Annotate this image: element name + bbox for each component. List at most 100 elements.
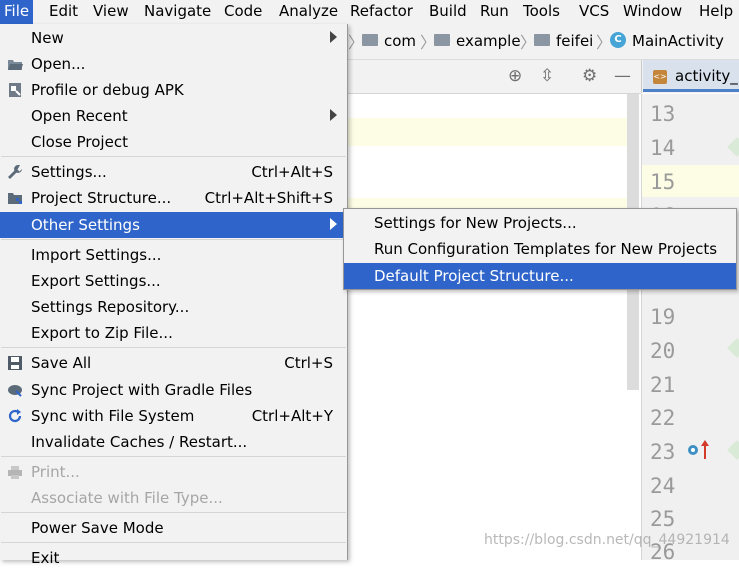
editor-tab[interactable]: <> activity_m — [643, 60, 739, 92]
fold-marker-icon[interactable] — [727, 338, 739, 358]
line-number: 13 — [650, 102, 676, 126]
menu-item-open[interactable]: Open... — [0, 51, 347, 77]
menu-item-shortcut: Ctrl+S — [284, 354, 333, 372]
menu-item-label: Settings Repository... — [31, 298, 190, 316]
menu-separator — [1, 542, 346, 543]
xml-file-icon: <> — [653, 70, 667, 84]
menu-item-label: Print... — [31, 463, 80, 481]
menu-item-sync-fs[interactable]: Sync with File System Ctrl+Alt+Y — [0, 403, 347, 429]
menu-item-label: Save All — [31, 354, 92, 372]
menu-item-profile-apk[interactable]: Profile or debug APK — [0, 77, 347, 103]
menu-item-label: Settings for New Projects... — [374, 214, 577, 232]
menu-separator — [1, 239, 346, 240]
menu-item-exit[interactable]: Exit — [0, 545, 347, 571]
menu-item-label: Open... — [31, 55, 86, 73]
editor-tab-label: activity_m — [675, 67, 739, 85]
menu-item-label: Exit — [31, 549, 60, 567]
menu-item-settings-repository[interactable]: Settings Repository... — [0, 294, 347, 320]
menu-navigate[interactable]: Navigate — [144, 0, 211, 24]
menu-vcs[interactable]: VCS — [579, 0, 609, 24]
line-number: 19 — [650, 305, 676, 329]
menu-item-close-project[interactable]: Close Project — [0, 129, 347, 155]
gear-icon[interactable]: ⚙ — [582, 66, 597, 86]
menu-item-label: Associate with File Type... — [31, 489, 223, 507]
apk-icon — [9, 83, 21, 97]
menu-item-export-zip[interactable]: Export to Zip File... — [0, 320, 347, 346]
menu-item-label: Import Settings... — [31, 246, 162, 264]
line-number: 22 — [650, 406, 676, 430]
gradle-sync-icon — [8, 385, 22, 397]
menu-item-sync-gradle[interactable]: Sync Project with Gradle Files — [0, 377, 347, 403]
menu-item-label: Settings... — [31, 163, 107, 181]
menu-build[interactable]: Build — [429, 0, 467, 24]
menu-item-shortcut: Ctrl+Alt+S — [251, 163, 333, 181]
menu-item-new[interactable]: New — [0, 25, 347, 51]
menu-item-label: New — [31, 29, 64, 47]
menu-edit[interactable]: Edit — [49, 0, 78, 24]
menu-code[interactable]: Code — [224, 0, 262, 24]
menu-run[interactable]: Run — [480, 0, 509, 24]
breadcrumb-example[interactable]: example — [456, 32, 521, 50]
refresh-icon — [8, 409, 22, 423]
fold-marker-icon[interactable] — [727, 137, 739, 157]
breadcrumb-feifei[interactable]: feifei — [556, 32, 593, 50]
menu-item-label: Profile or debug APK — [31, 81, 184, 99]
menu-item-open-recent[interactable]: Open Recent — [0, 103, 347, 129]
line-number: 15 — [650, 170, 676, 194]
menu-refactor[interactable]: Refactor — [350, 0, 413, 24]
watermark: https://blog.csdn.net/qq_44921914 — [484, 532, 730, 548]
breadcrumb-com[interactable]: com — [384, 32, 416, 50]
menu-item-label: Export Settings... — [31, 272, 161, 290]
menu-item-shortcut: Ctrl+Alt+Y — [251, 407, 333, 425]
menu-file[interactable]: File — [0, 0, 34, 24]
override-marker-icon[interactable] — [686, 439, 710, 461]
folder-icon — [534, 34, 550, 46]
menu-view[interactable]: View — [93, 0, 129, 24]
project-structure-icon — [8, 193, 22, 204]
menu-item-label: Export to Zip File... — [31, 324, 173, 342]
menu-separator — [1, 347, 346, 348]
project-panel — [346, 94, 641, 560]
menu-tools[interactable]: Tools — [523, 0, 560, 24]
collapse-all-icon[interactable]: ⇳ — [540, 66, 554, 86]
menu-item-label: Sync with File System — [31, 407, 195, 425]
tool-window-toolbar: ⊕ ⇳ ⚙ — — [346, 60, 641, 94]
menu-item-export-settings[interactable]: Export Settings... — [0, 268, 347, 294]
menu-separator — [1, 456, 346, 457]
menu-item-power-save[interactable]: Power Save Mode — [0, 515, 347, 541]
menu-item-settings-new-projects[interactable]: Settings for New Projects... — [344, 210, 736, 236]
other-settings-submenu: Settings for New Projects... Run Configu… — [343, 208, 737, 290]
submenu-arrow-icon — [330, 218, 337, 230]
menu-analyze[interactable]: Analyze — [279, 0, 338, 24]
menu-help[interactable]: Help — [699, 0, 733, 24]
menu-item-default-project-structure[interactable]: Default Project Structure... — [344, 263, 736, 289]
menu-item-label: Run Configuration Templates for New Proj… — [374, 240, 718, 258]
class-icon: C — [610, 32, 626, 48]
printer-icon — [8, 466, 22, 479]
menu-item-project-structure[interactable]: Project Structure... Ctrl+Alt+Shift+S — [0, 185, 347, 211]
fold-marker-icon[interactable] — [727, 440, 739, 460]
folder-icon — [362, 34, 378, 46]
menu-window[interactable]: Window — [623, 0, 682, 24]
menu-bar: File Edit View Navigate Code Analyze Ref… — [0, 0, 739, 24]
line-number: 25 — [650, 507, 676, 531]
menu-item-invalidate-caches[interactable]: Invalidate Caches / Restart... — [0, 429, 347, 455]
menu-item-label: Sync Project with Gradle Files — [31, 381, 253, 399]
menu-item-label: Project Structure... — [31, 189, 172, 207]
highlight-row — [346, 118, 639, 146]
menu-item-settings[interactable]: Settings... Ctrl+Alt+S — [0, 159, 347, 185]
menu-item-other-settings[interactable]: Other Settings — [0, 212, 347, 238]
menu-item-label: Power Save Mode — [31, 519, 164, 537]
minimize-icon[interactable]: — — [614, 66, 631, 86]
line-number: 21 — [650, 373, 676, 397]
menu-item-shortcut: Ctrl+Alt+Shift+S — [204, 189, 333, 207]
menu-item-import-settings[interactable]: Import Settings... — [0, 242, 347, 268]
menu-item-run-config-templates[interactable]: Run Configuration Templates for New Proj… — [344, 236, 736, 262]
save-icon — [8, 356, 22, 370]
line-number-gutter: 13 14 15 16 19 20 21 22 23 24 25 26 — [641, 94, 739, 560]
menu-separator — [1, 512, 346, 513]
breadcrumb-mainactivity[interactable]: MainActivity — [632, 32, 724, 50]
menu-item-print: Print... — [0, 459, 347, 485]
locate-icon[interactable]: ⊕ — [508, 66, 522, 86]
menu-item-save-all[interactable]: Save All Ctrl+S — [0, 350, 347, 376]
